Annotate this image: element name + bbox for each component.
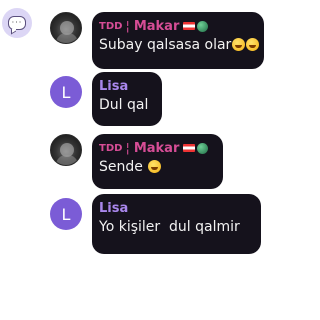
author-row: TDD ¦ Makar bbox=[99, 140, 214, 156]
message-text: Subay qalsasa olar bbox=[99, 36, 260, 54]
message-text: Dul qal bbox=[99, 97, 149, 113]
avatar[interactable] bbox=[50, 12, 82, 44]
message-body: Sende bbox=[99, 159, 143, 175]
message-bubble: Lisa Yo kişiler dul qalmir bbox=[92, 194, 261, 254]
author-name[interactable]: Makar bbox=[134, 141, 180, 156]
author-separator: ¦ bbox=[125, 18, 130, 34]
author-row: TDD ¦ Makar bbox=[99, 18, 255, 34]
chat-bubble-icon: ··· bbox=[8, 16, 26, 30]
laughing-emoji-icon bbox=[246, 38, 260, 51]
laughing-emoji-icon bbox=[148, 160, 162, 173]
message-text: Sende bbox=[99, 158, 214, 176]
message-item: TDD ¦ Makar Subay qalsasa olar bbox=[50, 12, 264, 69]
author-name[interactable]: Lisa bbox=[99, 79, 128, 94]
green-orb-icon bbox=[197, 20, 209, 32]
flag-icon bbox=[183, 22, 196, 30]
author-tag: TDD bbox=[99, 142, 123, 154]
laughing-emoji-icon bbox=[232, 38, 246, 51]
flag-icon bbox=[183, 144, 196, 152]
message-item: TDD ¦ Makar Sende bbox=[50, 134, 223, 189]
chat-app-icon[interactable]: ··· bbox=[2, 8, 32, 38]
message-body: Subay qalsasa olar bbox=[99, 37, 232, 53]
message-bubble: Lisa Dul qal bbox=[92, 72, 162, 126]
message-bubble: TDD ¦ Makar Sende bbox=[92, 134, 223, 189]
avatar[interactable]: L bbox=[50, 198, 82, 230]
message-item: L Lisa Yo kişiler dul qalmir bbox=[50, 194, 261, 254]
message-bubble: TDD ¦ Makar Subay qalsasa olar bbox=[92, 12, 264, 69]
author-name[interactable]: Lisa bbox=[99, 201, 128, 216]
avatar[interactable] bbox=[50, 134, 82, 166]
author-row: Lisa bbox=[99, 78, 153, 94]
author-row: Lisa bbox=[99, 200, 252, 216]
message-text: Yo kişiler dul qalmir bbox=[99, 219, 240, 235]
avatar[interactable]: L bbox=[50, 76, 82, 108]
message-item: L Lisa Dul qal bbox=[50, 72, 162, 126]
author-tag: TDD bbox=[99, 20, 123, 32]
green-orb-icon bbox=[197, 142, 209, 154]
author-separator: ¦ bbox=[125, 140, 130, 156]
author-name[interactable]: Makar bbox=[134, 19, 180, 34]
